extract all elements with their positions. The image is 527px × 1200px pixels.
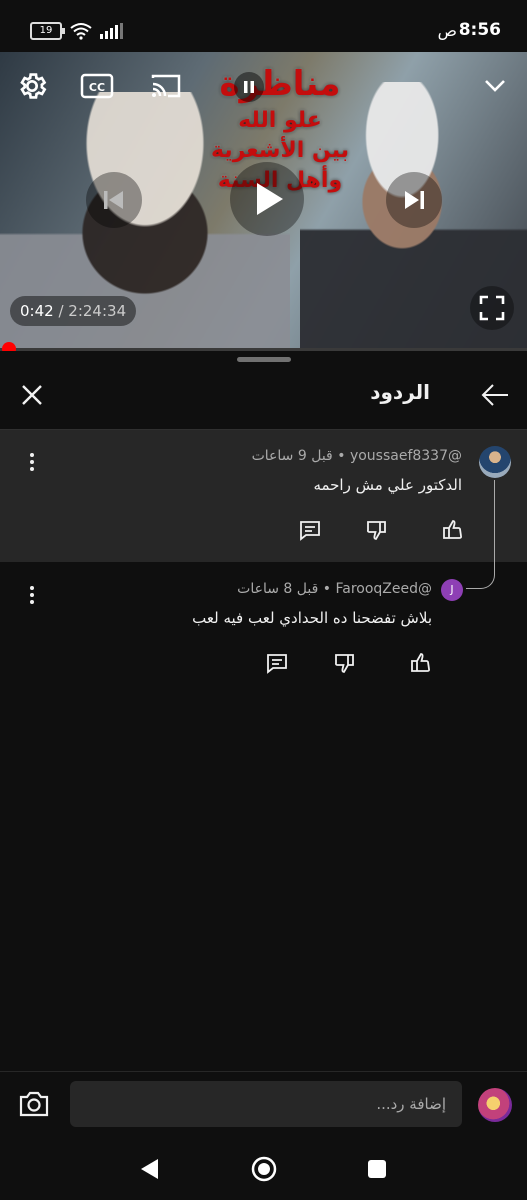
nav-home-icon[interactable] xyxy=(250,1155,278,1183)
time-separator: / xyxy=(53,302,69,320)
clock: 8:56 xyxy=(458,20,501,40)
cast-icon[interactable] xyxy=(150,72,182,100)
skip-previous-icon xyxy=(104,191,123,209)
back-arrow-icon[interactable] xyxy=(480,382,510,408)
status-bar: 19 ص 8:56 xyxy=(0,0,527,52)
more-options-icon[interactable] xyxy=(20,450,44,474)
meta-dot: • xyxy=(337,448,346,464)
thumbnail-title-line: مناظرة xyxy=(219,64,341,104)
reply-button[interactable] xyxy=(290,510,330,550)
previous-button[interactable] xyxy=(86,172,142,228)
more-options-icon[interactable] xyxy=(20,583,44,607)
pause-icon xyxy=(244,81,254,93)
nav-recents-icon[interactable] xyxy=(366,1158,388,1180)
closed-captions-icon[interactable]: CC xyxy=(80,72,114,100)
svg-text:CC: CC xyxy=(89,81,105,94)
comment-text: بلاش تفضحنا ده الحدادي لعب فيه لعب xyxy=(192,609,432,627)
mini-pause-button[interactable] xyxy=(234,72,264,102)
meta-dot: • xyxy=(322,581,332,597)
comment-author[interactable]: @youssaef8337 xyxy=(350,448,462,464)
thumbs-up-icon xyxy=(443,520,462,539)
ampm-indicator: ص xyxy=(437,21,457,40)
battery-icon: 19 xyxy=(30,22,65,40)
comment-icon xyxy=(267,654,287,674)
panel-title: الردود xyxy=(370,380,430,404)
video-duration: 2:24:34 xyxy=(68,302,127,320)
like-button[interactable] xyxy=(432,510,472,550)
wifi-icon xyxy=(70,23,92,40)
thumbs-down-icon xyxy=(335,654,354,673)
dislike-button[interactable] xyxy=(357,510,397,550)
comment-icon xyxy=(300,521,320,541)
comment-time: قبل 9 ساعات xyxy=(251,448,333,464)
comment-text: الدكتور علي مش راحمه xyxy=(313,476,462,494)
play-button[interactable] xyxy=(230,162,304,236)
dislike-button[interactable] xyxy=(325,643,365,683)
video-player[interactable]: مناظرة علو الله بين الأشعرية وأهل السنة … xyxy=(0,52,527,348)
avatar[interactable]: J xyxy=(441,579,463,601)
current-time: 0:42 xyxy=(20,302,54,320)
thumbnail-title-line: علو الله xyxy=(238,108,322,133)
nav-back-icon[interactable] xyxy=(138,1157,160,1181)
comment-meta: @youssaef8337 • قبل 9 ساعات xyxy=(150,448,462,464)
skip-next-icon xyxy=(405,191,424,209)
chevron-down-icon[interactable] xyxy=(482,74,508,96)
drag-handle[interactable] xyxy=(237,357,291,362)
next-button[interactable] xyxy=(386,172,442,228)
camera-icon[interactable] xyxy=(18,1089,50,1119)
settings-gear-icon[interactable] xyxy=(16,70,48,102)
thumbs-down-icon xyxy=(367,521,386,540)
comment-meta: @FarooqZeed • قبل 8 ساعات xyxy=(120,581,432,597)
signal-icon xyxy=(100,23,123,39)
user-avatar[interactable] xyxy=(478,1088,512,1122)
thumbs-up-icon xyxy=(411,653,430,672)
thumbnail-title-line: بين الأشعرية xyxy=(211,138,349,163)
fullscreen-button[interactable] xyxy=(470,286,514,330)
video-time: 0:42 / 2:24:34 xyxy=(10,296,137,326)
reply-input[interactable] xyxy=(70,1081,462,1127)
comment-author[interactable]: @FarooqZeed xyxy=(335,581,432,597)
avatar[interactable] xyxy=(479,446,511,478)
reply-button[interactable] xyxy=(257,643,297,683)
fullscreen-icon xyxy=(479,295,505,321)
close-icon[interactable] xyxy=(20,383,44,407)
play-icon xyxy=(257,183,283,215)
like-button[interactable] xyxy=(400,643,440,683)
reply-input-box[interactable] xyxy=(70,1081,462,1127)
comment-time: قبل 8 ساعات xyxy=(237,581,319,597)
